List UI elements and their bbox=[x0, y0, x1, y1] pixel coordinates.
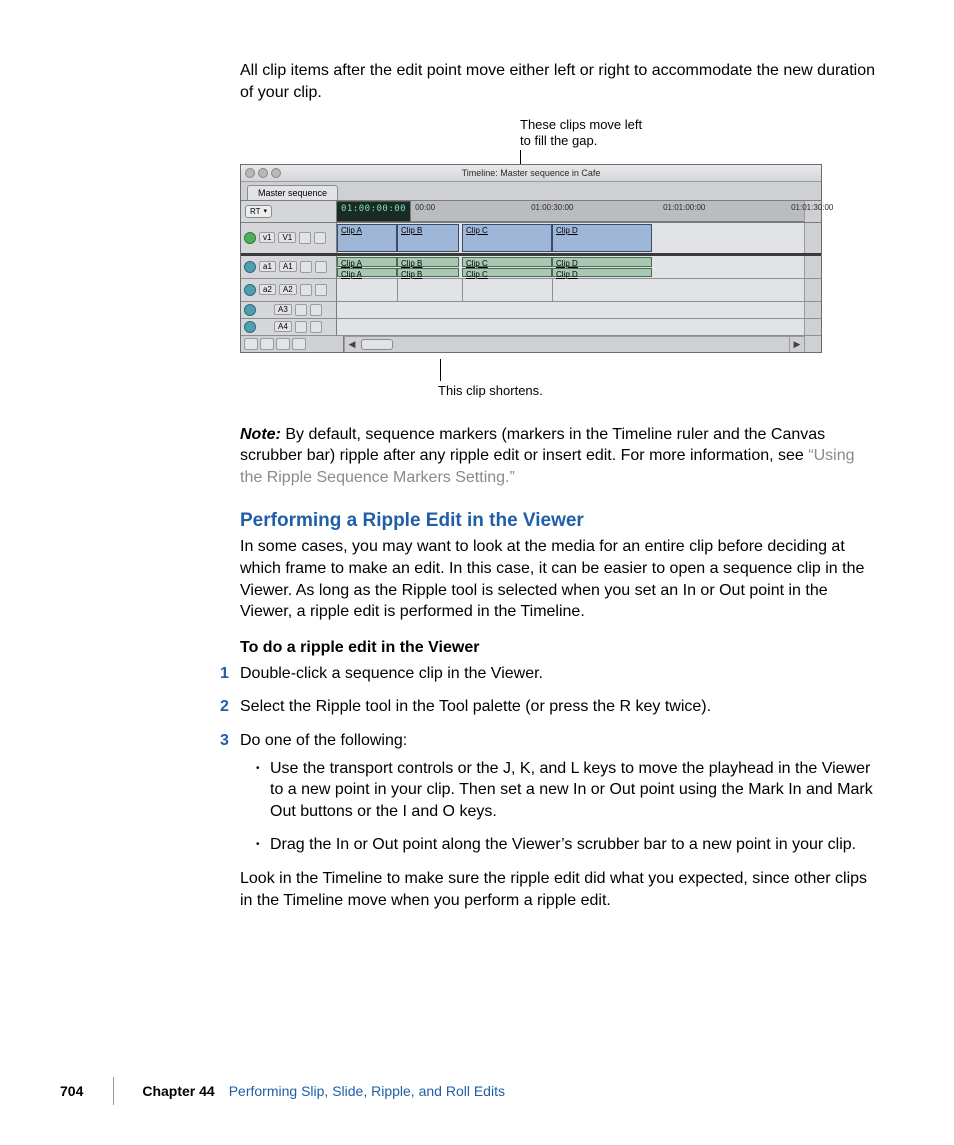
horizontal-scrollbar[interactable] bbox=[359, 336, 789, 352]
track-header-v1[interactable]: v1 V1 bbox=[241, 223, 337, 253]
chapter-title: Performing Slip, Slide, Ripple, and Roll… bbox=[229, 1083, 505, 1099]
track-body-a3[interactable] bbox=[337, 302, 804, 318]
clip-c-video[interactable]: Clip C bbox=[462, 224, 552, 252]
timecode-field[interactable]: 01:00:00:00 bbox=[337, 201, 411, 222]
scroll-right-arrow[interactable]: ▶ bbox=[789, 336, 804, 352]
track-body-a4[interactable] bbox=[337, 319, 804, 335]
track-header-a2[interactable]: a2 A2 bbox=[241, 279, 337, 301]
closing-paragraph: Look in the Timeline to make sure the ri… bbox=[240, 868, 880, 911]
page-footer: 704 Chapter 44 Performing Slip, Slide, R… bbox=[60, 1077, 884, 1105]
callout-bottom: This clip shortens. bbox=[440, 359, 880, 398]
timeline-ruler[interactable]: 00:00 01:00:30:00 01:01:00:00 01:01:30:0… bbox=[411, 201, 804, 222]
window-titlebar: Timeline: Master sequence in Cafe bbox=[241, 165, 821, 182]
page-number: 704 bbox=[60, 1083, 83, 1099]
track-header-a1[interactable]: a1 A1 bbox=[241, 256, 337, 278]
sequence-tab[interactable]: Master sequence bbox=[247, 185, 338, 200]
section-heading: Performing a Ripple Edit in the Viewer bbox=[240, 510, 880, 532]
window-traffic-lights[interactable] bbox=[245, 168, 281, 178]
task-heading: To do a ripple edit in the Viewer bbox=[240, 639, 880, 657]
step-3: 3Do one of the following: Use the transp… bbox=[240, 730, 880, 856]
section-body: In some cases, you may want to look at t… bbox=[240, 536, 880, 622]
track-body-v1[interactable]: Clip A Clip B Clip C Clip D bbox=[337, 223, 804, 253]
clip-d-video[interactable]: Clip D bbox=[552, 224, 652, 252]
chapter-label: Chapter 44 bbox=[142, 1083, 214, 1099]
step-2: 2Select the Ripple tool in the Tool pale… bbox=[240, 696, 880, 718]
timeline-figure: Timeline: Master sequence in Cafe Master… bbox=[240, 164, 822, 353]
track-body-a2[interactable] bbox=[337, 279, 804, 301]
clip-b-video[interactable]: Clip B bbox=[397, 224, 459, 252]
track-header-a4[interactable]: A4 bbox=[241, 319, 337, 335]
rt-popup-button[interactable]: RT bbox=[245, 205, 272, 218]
timeline-footer-controls[interactable] bbox=[241, 336, 344, 352]
track-header-a3[interactable]: A3 bbox=[241, 302, 337, 318]
note-paragraph: Note: By default, sequence markers (mark… bbox=[240, 424, 880, 489]
clip-a-video[interactable]: Clip A bbox=[337, 224, 397, 252]
track-body-a1[interactable]: Clip A Clip B Clip C Clip D Clip A Clip … bbox=[337, 256, 804, 278]
step-3-bullet-2: Drag the In or Out point along the Viewe… bbox=[256, 834, 880, 856]
step-1: 1Double-click a sequence clip in the Vie… bbox=[240, 663, 880, 685]
scroll-left-arrow[interactable]: ◀ bbox=[344, 336, 359, 352]
intro-paragraph: All clip items after the edit point move… bbox=[240, 60, 880, 103]
callout-top: These clips move left to fill the gap. bbox=[520, 117, 880, 164]
step-3-bullet-1: Use the transport controls or the J, K, … bbox=[256, 758, 880, 823]
window-title: Timeline: Master sequence in Cafe bbox=[281, 168, 781, 178]
